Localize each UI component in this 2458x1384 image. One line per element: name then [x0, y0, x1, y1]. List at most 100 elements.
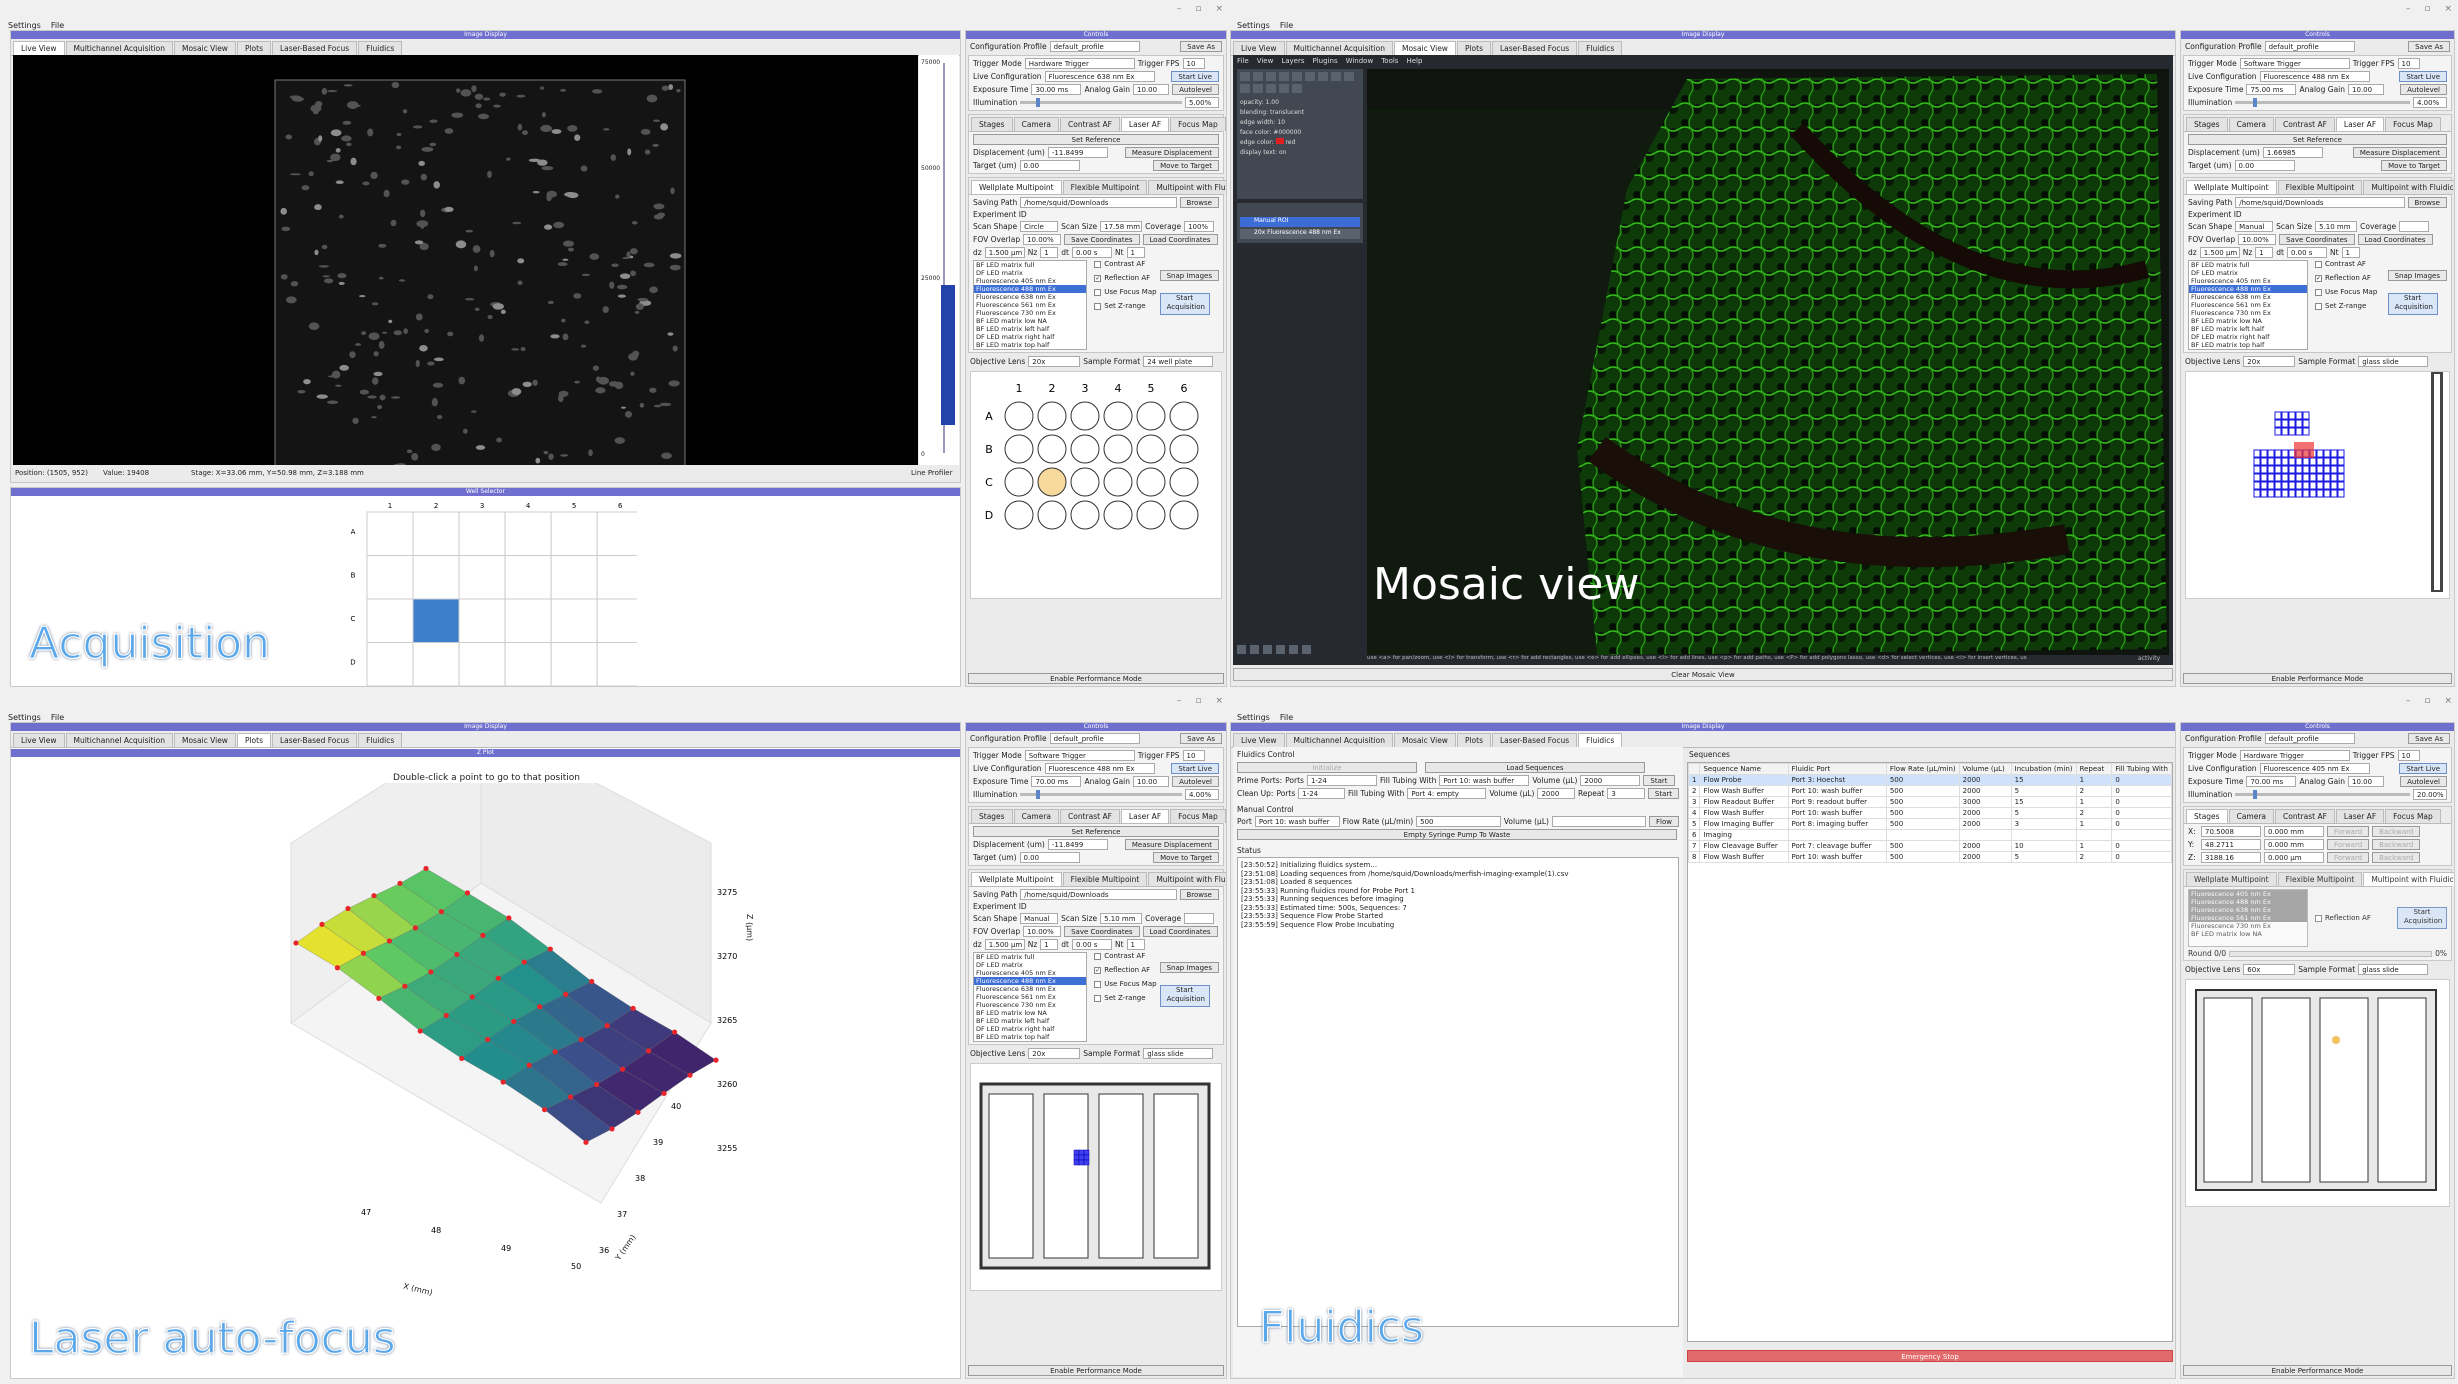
tab-laser-af[interactable]: Laser AF [2335, 809, 2385, 823]
scan-shape-select[interactable]: Manual [2235, 221, 2274, 232]
channel-item[interactable]: Fluorescence 405 nm Ex [2189, 277, 2307, 285]
channel-item[interactable]: Fluorescence 488 nm Ex [2189, 898, 2307, 906]
channel-list[interactable]: BF LED matrix full DF LED matrix Fluoresce… [2188, 260, 2308, 350]
channel-item[interactable]: BF LED matrix top half [974, 341, 1086, 349]
tab-acq-1[interactable]: Flexible Multipoint [2277, 180, 2363, 194]
saving-path-input[interactable]: /home/squid/Downloads [2235, 197, 2405, 208]
tab-laser-af[interactable]: Laser AF [1120, 117, 1170, 131]
stage-y-step[interactable]: 0.000 mm [2264, 839, 2324, 850]
tab-acq-0[interactable]: Wellplate Multipoint [971, 872, 1062, 886]
direct-select-icon[interactable] [1292, 72, 1302, 81]
illumination-input[interactable]: 5.00% [1185, 97, 1219, 108]
analog-gain-input[interactable]: 10.00 [1133, 776, 1170, 787]
contrast-af-checkbox[interactable]: Contrast AF [1094, 260, 1156, 268]
focus-point[interactable] [345, 905, 351, 912]
prop-face-color[interactable]: face color: #000000 [1240, 128, 1360, 138]
plate-well[interactable] [1169, 401, 1199, 431]
plate-well[interactable] [1070, 467, 1100, 497]
nz-input[interactable]: 1 [1040, 939, 1059, 950]
well-cell[interactable] [550, 598, 598, 643]
focus-point[interactable] [578, 1036, 584, 1043]
home-icon[interactable] [1302, 645, 1311, 654]
well-cell[interactable] [504, 598, 552, 643]
focus-point[interactable] [635, 1109, 641, 1115]
config-profile-select[interactable]: default_profile [2264, 41, 2355, 52]
focus-point[interactable] [459, 1055, 465, 1062]
exposure-input[interactable]: 70.00 ms [2246, 776, 2297, 787]
dt-input[interactable]: 0.00 s [1071, 247, 1112, 258]
trigger-mode-select[interactable]: Hardware Trigger [2239, 750, 2350, 761]
focus-point[interactable] [541, 1107, 548, 1113]
channel-item[interactable]: Fluorescence 638 nm Ex [2189, 906, 2307, 914]
navigation-viewer[interactable] [970, 1063, 1222, 1291]
prime-start-button[interactable]: Start [1643, 775, 1675, 786]
displacement-value[interactable]: 1.66985 [2262, 147, 2323, 158]
maximize-icon[interactable]: ▫ [2424, 696, 2430, 706]
focus-point[interactable] [506, 915, 512, 921]
plate-well[interactable] [1070, 500, 1100, 530]
channel-item[interactable]: DF LED matrix [974, 269, 1086, 277]
line-icon[interactable] [1344, 72, 1354, 81]
performance-mode-button[interactable]: Enable Performance Mode [2183, 1365, 2452, 1376]
tab-multichannel[interactable]: Multichannel Acquisition [1285, 733, 1393, 747]
channel-item[interactable]: BF LED matrix low NA [2189, 930, 2307, 938]
focus-point[interactable] [713, 1057, 719, 1063]
plate-well[interactable] [1136, 401, 1166, 431]
plate-well[interactable] [1136, 434, 1166, 464]
channel-item[interactable]: Fluorescence 730 nm Ex [974, 309, 1086, 317]
fov-overlap-input[interactable]: 10.00% [1023, 926, 1062, 937]
stage-z-step[interactable]: 0.000 μm [2264, 852, 2324, 863]
stage-z-forward[interactable]: Forward [2327, 852, 2370, 863]
focus-point[interactable] [687, 1072, 693, 1078]
clean-volume-input[interactable]: 2000 [1537, 788, 1575, 799]
plate-well[interactable] [1004, 401, 1034, 431]
move-front-icon[interactable] [1253, 72, 1263, 81]
minimize-icon[interactable]: – [1177, 696, 1182, 706]
move-back-icon[interactable] [1266, 72, 1276, 81]
transform-icon[interactable] [1292, 84, 1302, 93]
tab-mosaic[interactable]: Mosaic View [1393, 41, 1456, 55]
layer-fluorescence[interactable]: 20x Fluorescence 488 nm Ex [1240, 229, 1360, 239]
measure-displacement-button[interactable]: Measure Displacement [1124, 839, 1219, 850]
stage-y-backward[interactable]: Backward [2372, 839, 2421, 850]
prop-opacity[interactable]: opacity: 1.00 [1240, 98, 1360, 108]
channel-list[interactable]: Fluorescence 405 nm Ex Fluorescence 488 n… [2188, 889, 2308, 947]
config-profile-select[interactable]: default_profile [1049, 41, 1140, 52]
slide-map[interactable] [2186, 372, 2446, 592]
illumination-slider[interactable] [1020, 790, 1182, 799]
table-row[interactable]: 5 Flow Imaging Buffer Port 8: imaging buff… [1687, 818, 2172, 830]
browse-button[interactable]: Browse [1179, 197, 1219, 208]
plate-well[interactable] [1004, 500, 1034, 530]
focus-point[interactable] [402, 983, 408, 989]
table-row[interactable]: 4 Flow Wash Buffer Port 10: wash buffer 500… [1687, 807, 2172, 819]
well-cell[interactable] [550, 511, 598, 556]
channel-item[interactable]: BF LED matrix full [974, 953, 1086, 961]
slide-slot[interactable] [1043, 1093, 1089, 1259]
roll-icon[interactable] [1263, 645, 1272, 654]
focus-point[interactable] [604, 1023, 610, 1029]
measure-displacement-button[interactable]: Measure Displacement [2352, 147, 2447, 158]
load-coordinates-button[interactable]: Load Coordinates [1142, 926, 1218, 937]
checkbox-icon[interactable] [1094, 260, 1102, 268]
tab-plots[interactable]: Plots [1456, 41, 1491, 55]
stage-x-step[interactable]: 0.000 mm [2264, 826, 2324, 837]
tab-contrast-af[interactable]: Contrast AF [1060, 117, 1120, 131]
tab-laser-af[interactable]: Laser AF [2335, 117, 2385, 131]
tab-fluidics[interactable]: Fluidics [1578, 41, 1623, 55]
focus-point[interactable] [511, 1018, 517, 1025]
well-cell[interactable] [366, 642, 414, 687]
focus-point[interactable] [485, 1036, 491, 1043]
saving-path-input[interactable]: /home/squid/Downloads [1020, 197, 1177, 208]
channel-item[interactable]: Fluorescence 561 nm Ex [2189, 301, 2307, 309]
nt-input[interactable]: 1 [1126, 939, 1145, 950]
close-icon[interactable]: × [1215, 696, 1223, 706]
start-acquisition-button[interactable]: Start Acquisition [2397, 907, 2447, 929]
focus-point[interactable] [376, 995, 382, 1001]
tab-focus-map[interactable]: Focus Map [2385, 809, 2441, 823]
set-reference-button[interactable]: Set Reference [2188, 134, 2447, 145]
navigation-viewer[interactable] [2185, 979, 2450, 1207]
well-cell[interactable] [504, 642, 552, 687]
focus-point[interactable] [495, 975, 501, 981]
nt-input[interactable]: 1 [2341, 247, 2360, 258]
slider-handle-icon[interactable] [1036, 790, 1041, 799]
